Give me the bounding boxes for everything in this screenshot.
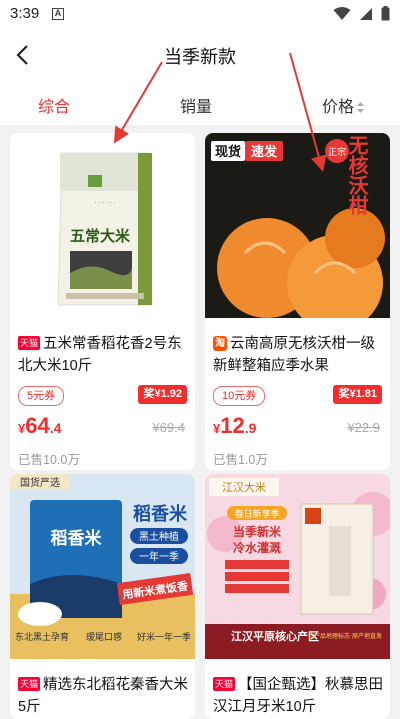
taobao-badge: 淘 <box>213 336 227 351</box>
tmall-badge: 天猫 <box>18 677 41 691</box>
rice-bag-title: 五常大米 <box>70 227 131 245</box>
img-sub-2: 一年一季 <box>139 550 179 563</box>
product-card[interactable]: · · · · · · 五常大米 天猫 五米常香稻花香2号东北大米10斤 5元券 … <box>10 133 195 470</box>
svg-text:· · · · · ·: · · · · · · <box>95 200 116 207</box>
product-image-rice-box: 江汉大米 春日新享季 当季新米 冷水灌溉 江汉平原核心产区 农产品地理标志·原产… <box>205 474 390 659</box>
price-integer: 64 <box>25 413 50 438</box>
signal-icon <box>360 7 372 20</box>
reward-badge: 奖¥1.81 <box>333 385 382 404</box>
tmall-badge: 天猫 <box>18 336 41 350</box>
img-corner: 国货严选 <box>20 476 60 489</box>
img-bullet-2: 瑷尾口感 <box>86 631 122 643</box>
img-t2: 冷水灌溉 <box>233 540 281 555</box>
price-integer: 12 <box>220 413 245 438</box>
tab-price[interactable]: 价格 <box>322 93 365 117</box>
product-price: ¥64.4 <box>18 413 61 439</box>
img-sub-1: 黑土种植 <box>139 530 179 543</box>
img-brand: 江汉大米 <box>222 480 266 494</box>
product-card[interactable]: 国货严选 稻香米 稻香米 黑土种植 一年一季 用新米煮饭香 东北黑土孕育 瑷尾口… <box>10 474 195 719</box>
tmall-badge: 天猫 <box>213 677 236 691</box>
wifi-icon <box>333 6 351 20</box>
sold-count: 已售10.0万 <box>18 453 80 467</box>
original-price: ¥22.9 <box>347 420 380 435</box>
notification-a-icon: A <box>52 8 64 20</box>
coupon-badge: 10元券 <box>213 386 266 406</box>
img-foot2: 农产品地理标志·原产地直发 <box>308 632 382 640</box>
tab-comprehensive[interactable]: 综合 <box>38 93 70 117</box>
img-head: 春日新享季 <box>234 508 279 520</box>
product-image-rice-bag-blue: 国货严选 稻香米 稻香米 黑土种植 一年一季 用新米煮饭香 东北黑土孕育 瑷尾口… <box>10 474 195 659</box>
reward-badge: 奖¥1.92 <box>138 385 187 404</box>
img-t1: 当季新米 <box>233 524 282 539</box>
price-decimal: .9 <box>244 420 257 436</box>
img-title: 稻香米 <box>133 503 188 525</box>
img-foot: 江汉平原核心产区 <box>231 629 319 643</box>
product-card[interactable]: 现货 速发 正宗 无核沃柑 淘云南高原无核沃柑一级新鲜整箱应季水果 10元券 奖… <box>205 133 390 470</box>
img-bag: 稻香米 <box>51 528 103 549</box>
battery-icon <box>381 6 390 21</box>
img-title: 无核沃柑 <box>345 135 369 216</box>
product-image-rice-bag: · · · · · · 五常大米 <box>10 133 195 318</box>
product-title: 精选东北稻花秦香大米5斤 <box>18 677 189 715</box>
coupon-badge: 5元券 <box>18 386 65 406</box>
price-decimal: .4 <box>49 420 62 436</box>
product-image-oranges: 现货 速发 正宗 无核沃柑 <box>205 133 390 318</box>
status-bar: 3:39 A <box>0 0 400 28</box>
page-header: 当季新款 <box>0 28 400 83</box>
status-icons <box>333 6 390 21</box>
page-title: 当季新款 <box>164 47 236 67</box>
product-title: 【国企甄选】秋慕思田汉江月牙米10斤 <box>213 677 384 715</box>
img-tag-1: 现货 <box>215 144 241 160</box>
product-name[interactable]: 天猫 精选东北稻花秦香大米5斤 <box>18 674 190 718</box>
img-tag-2: 速发 <box>251 144 278 160</box>
sort-tabs: 综合 销量 价格 <box>0 83 400 125</box>
sort-updown-icon <box>357 102 365 114</box>
img-bullet-3: 好米一年一季 <box>137 631 191 643</box>
img-seal: 正宗 <box>328 146 346 158</box>
product-name[interactable]: 天猫 五米常香稻花香2号东北大米10斤 <box>18 333 190 377</box>
img-bullet-1: 东北黑土孕育 <box>15 631 69 643</box>
product-card[interactable]: 江汉大米 春日新享季 当季新米 冷水灌溉 江汉平原核心产区 农产品地理标志·原产… <box>205 474 390 719</box>
tab-price-label: 价格 <box>322 99 355 116</box>
product-name[interactable]: 天猫 【国企甄选】秋慕思田汉江月牙米10斤 <box>213 674 385 718</box>
product-name[interactable]: 淘云南高原无核沃柑一级新鲜整箱应季水果 <box>213 333 385 377</box>
product-price: ¥12.9 <box>213 413 256 439</box>
tab-sales[interactable]: 销量 <box>180 93 212 117</box>
product-title: 云南高原无核沃柑一级新鲜整箱应季水果 <box>213 336 375 374</box>
original-price: ¥69.4 <box>152 420 185 435</box>
status-time: 3:39 <box>10 5 40 22</box>
sold-count: 已售1.0万 <box>213 453 268 467</box>
product-title: 五米常香稻花香2号东北大米10斤 <box>18 336 182 374</box>
